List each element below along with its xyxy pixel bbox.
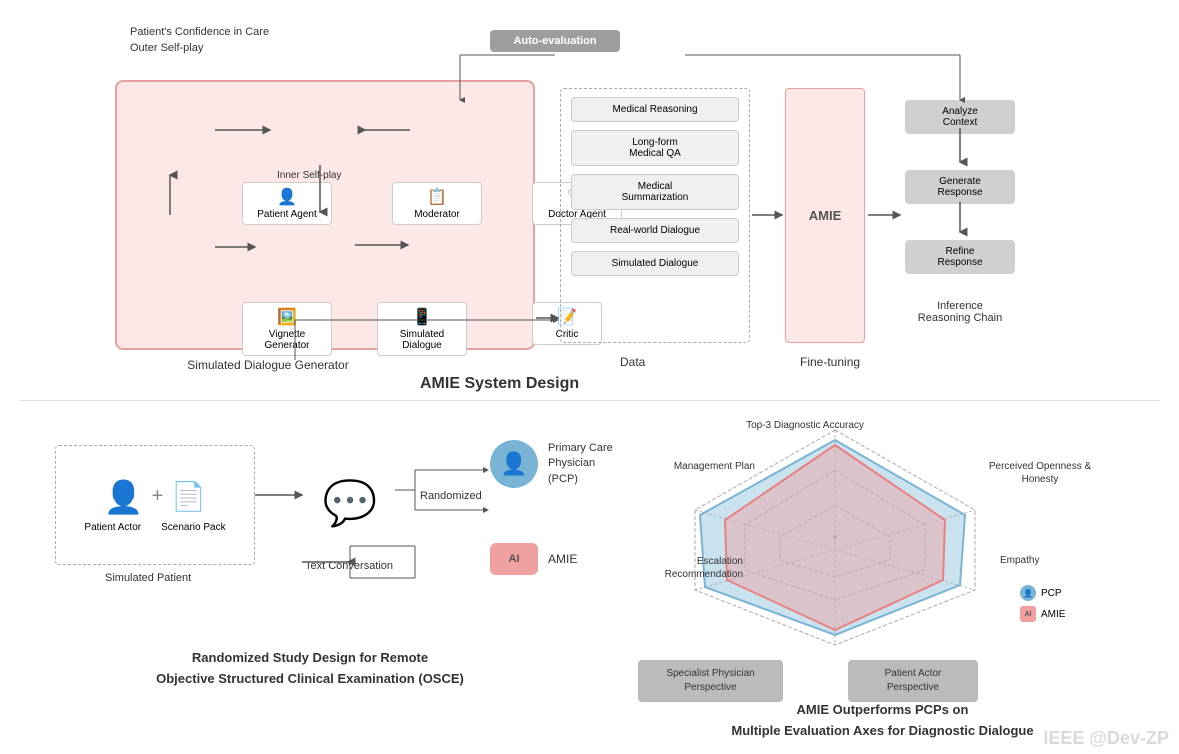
person-icon: 👤: [251, 187, 323, 207]
outer-selfplay-label: Outer Self-play: [130, 42, 203, 54]
patients-confidence-label: Patient's Confidence in Care: [130, 26, 269, 38]
osce-title: Randomized Study Design for Remote Objec…: [40, 648, 580, 690]
patient-actor-icon: 👤: [104, 478, 144, 516]
moderator-icon: 📋: [401, 187, 473, 207]
pcp-avatar: 👤: [490, 440, 538, 488]
simulated-patient-label: Simulated Patient: [105, 572, 191, 584]
amie-legend-item: AI AMIE: [1020, 606, 1065, 622]
empathy-label: Empathy: [1000, 555, 1039, 566]
pcp-label: Primary CarePhysician(PCP): [548, 441, 613, 487]
auto-eval-box: Auto-evaluation: [490, 30, 620, 52]
amie-bottom-block: AI AMIE: [490, 543, 577, 575]
text-conversation-box: 💬: [305, 458, 395, 548]
amie-legend-icon: AI: [1020, 606, 1036, 622]
moderator-box: 📋 Moderator: [392, 182, 482, 225]
data-item-longform-qa: Long-formMedical QA: [571, 130, 739, 166]
fine-tuning-label: Fine-tuning: [800, 355, 860, 369]
pcp-legend-item: 👤 PCP: [1020, 585, 1065, 601]
inference-chain-label: InferenceReasoning Chain: [905, 300, 1015, 324]
main-container: { "top": { "auto_eval": "Auto-evaluation…: [0, 0, 1179, 754]
patient-actor-btn: Patient Actor Perspective: [848, 660, 978, 702]
system-design-title: AMIE System Design: [420, 375, 579, 393]
pcp-block: 👤 Primary CarePhysician(PCP): [490, 440, 613, 488]
watermark: IEEE @Dev-ZP: [1043, 728, 1169, 749]
simulated-dialogue-box: 📱 Simulated Dialogue: [377, 302, 467, 356]
legend-container: 👤 PCP AI AMIE: [1020, 585, 1065, 622]
pcp-legend-label: PCP: [1041, 588, 1062, 599]
analyze-context-box: AnalyzeContext: [905, 100, 1015, 134]
randomized-label: Randomized: [420, 490, 482, 502]
data-item-medical-reasoning: Medical Reasoning: [571, 97, 739, 122]
vignette-icon: 🖼️: [251, 307, 323, 327]
simulated-dialogue-outer-box: Inner Self-play 👤 Patient Agent 📋 Modera…: [115, 80, 535, 350]
simulated-patient-box: 👤 + 📄 Patient Actor Scenario Pack: [55, 445, 255, 565]
amie-bottom-label: AMIE: [548, 552, 577, 566]
amie-box: AMIE: [785, 88, 865, 343]
top-diagnostic-label: Top-3 Diagnostic Accuracy: [745, 420, 865, 431]
management-plan-label: Management Plan: [645, 460, 755, 473]
scenario-pack-icon: 📄: [171, 480, 206, 513]
amie-legend-label: AMIE: [1041, 609, 1065, 620]
data-item-medical-summ: MedicalSummarization: [571, 174, 739, 210]
specialist-physician-btn: Specialist Physician Perspective: [638, 660, 783, 702]
amie-badge: AI: [490, 543, 538, 575]
data-label: Data: [620, 355, 645, 369]
data-item-realworld-dialogue: Real-world Dialogue: [571, 218, 739, 243]
data-section-box: Medical Reasoning Long-formMedical QA Me…: [560, 88, 750, 343]
patient-agent-box: 👤 Patient Agent: [242, 182, 332, 225]
chat-icon: 💬: [323, 477, 378, 529]
radar-chart-svg: [625, 415, 1045, 655]
sdg-label: Simulated Dialogue Generator: [168, 358, 368, 372]
data-item-simulated-dialogue: Simulated Dialogue: [571, 251, 739, 276]
inner-selfplay-label: Inner Self-play: [277, 170, 341, 181]
dialogue-icon: 📱: [386, 307, 458, 327]
perceived-openness-label: Perceived Openness & Honesty: [980, 460, 1100, 486]
generate-response-box: GenerateResponse: [905, 170, 1015, 204]
vignette-generator-box: 🖼️ Vignette Generator: [242, 302, 332, 356]
patient-actor-label: Patient Actor: [84, 522, 141, 533]
text-conv-label: Text Conversation: [305, 560, 393, 572]
escalation-label: Escalation Recommendation: [628, 555, 743, 581]
pcp-legend-icon: 👤: [1020, 585, 1036, 601]
scenario-pack-label: Scenario Pack: [161, 522, 225, 533]
section-divider: [20, 400, 1159, 401]
refine-response-box: RefineResponse: [905, 240, 1015, 274]
plus-sign: +: [152, 485, 164, 508]
